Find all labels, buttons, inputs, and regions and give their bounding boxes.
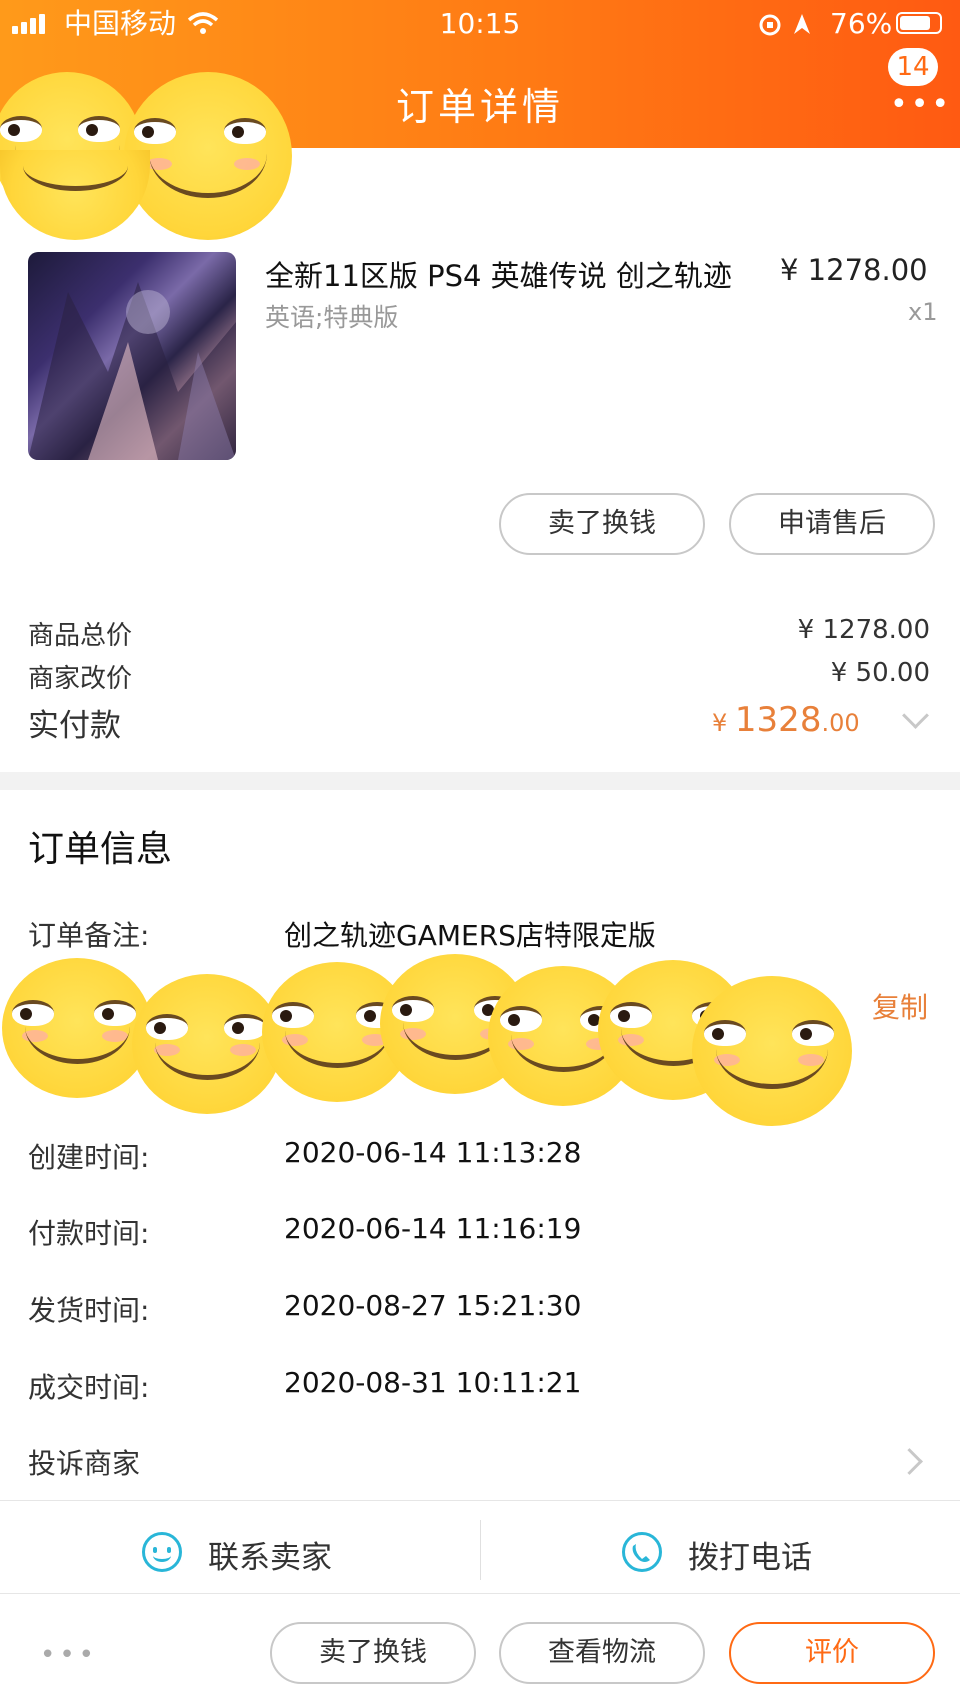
emoji-sticker [132,974,282,1114]
sell-for-cash-button[interactable]: 卖了换钱 [499,493,705,555]
goods-total-label: 商品总价 [28,621,133,651]
view-logistics-button[interactable]: 查看物流 [499,1622,705,1684]
more-menu-button[interactable]: ••• [890,90,952,120]
phone-icon[interactable] [622,1532,662,1572]
copy-button[interactable]: 复制 [872,986,928,1026]
paid-amount: ¥ 1328.00 [712,700,860,740]
order-info-title: 订单信息 [28,829,173,870]
created-time-value: 2020-06-14 11:13:28 [284,1136,582,1169]
goods-total-value: ¥ 1278.00 [797,615,930,645]
order-note-value: 创之轨迹GAMERS店特限定版 [284,919,656,952]
contact-seller-button[interactable]: 联系卖家 [208,1532,332,1577]
emoji-sticker [692,976,852,1126]
chevron-down-icon[interactable] [902,702,929,729]
product-title[interactable]: 全新11区版 PS4 英雄传说 创之轨迹 [265,253,732,295]
paid-decimal: .00 [821,709,860,737]
emoji-sticker [2,958,152,1098]
evaluate-button[interactable]: 评价 [729,1622,935,1684]
contact-divider [480,1520,481,1580]
completed-time-value: 2020-08-31 10:11:21 [284,1366,582,1399]
paid-integer: 1328 [734,700,822,740]
paid-time-value: 2020-06-14 11:16:19 [284,1212,582,1245]
complain-merchant-link[interactable]: 投诉商家 [28,1442,140,1482]
shipped-time-value: 2020-08-27 15:21:30 [284,1289,582,1322]
bottom-more-button[interactable]: ••• [40,1640,98,1670]
clock: 10:15 [439,7,521,40]
orientation-lock-and-location-icon [759,14,810,36]
paid-label: 实付款 [28,708,121,744]
created-time-label: 创建时间: [28,1141,150,1174]
message-badge[interactable]: 14 [888,48,938,86]
product-image[interactable] [28,252,236,460]
chat-smile-icon[interactable] [142,1532,182,1572]
product-quantity: x1 [908,298,938,326]
paid-currency: ¥ [712,709,728,737]
emoji-sticker [0,150,150,240]
product-price: ¥ 1278.00 [780,253,928,287]
shipped-time-label: 发货时间: [28,1294,150,1327]
battery-percent: 76% [830,7,893,40]
call-button[interactable]: 拨打电话 [688,1532,812,1577]
product-variant: 英语;特典版 [265,303,399,332]
merchant-adjust-label: 商家改价 [28,664,133,694]
after-sale-button[interactable]: 申请售后 [729,493,935,555]
battery-icon [896,12,942,34]
chevron-right-icon[interactable] [896,1448,923,1475]
merchant-adjust-value: ¥ 50.00 [830,658,930,688]
completed-time-label: 成交时间: [28,1371,150,1404]
paid-time-label: 付款时间: [28,1217,150,1250]
section-divider [0,772,960,790]
order-note-label: 订单备注: [28,919,150,952]
bottom-sell-for-cash-button[interactable]: 卖了换钱 [270,1622,476,1684]
